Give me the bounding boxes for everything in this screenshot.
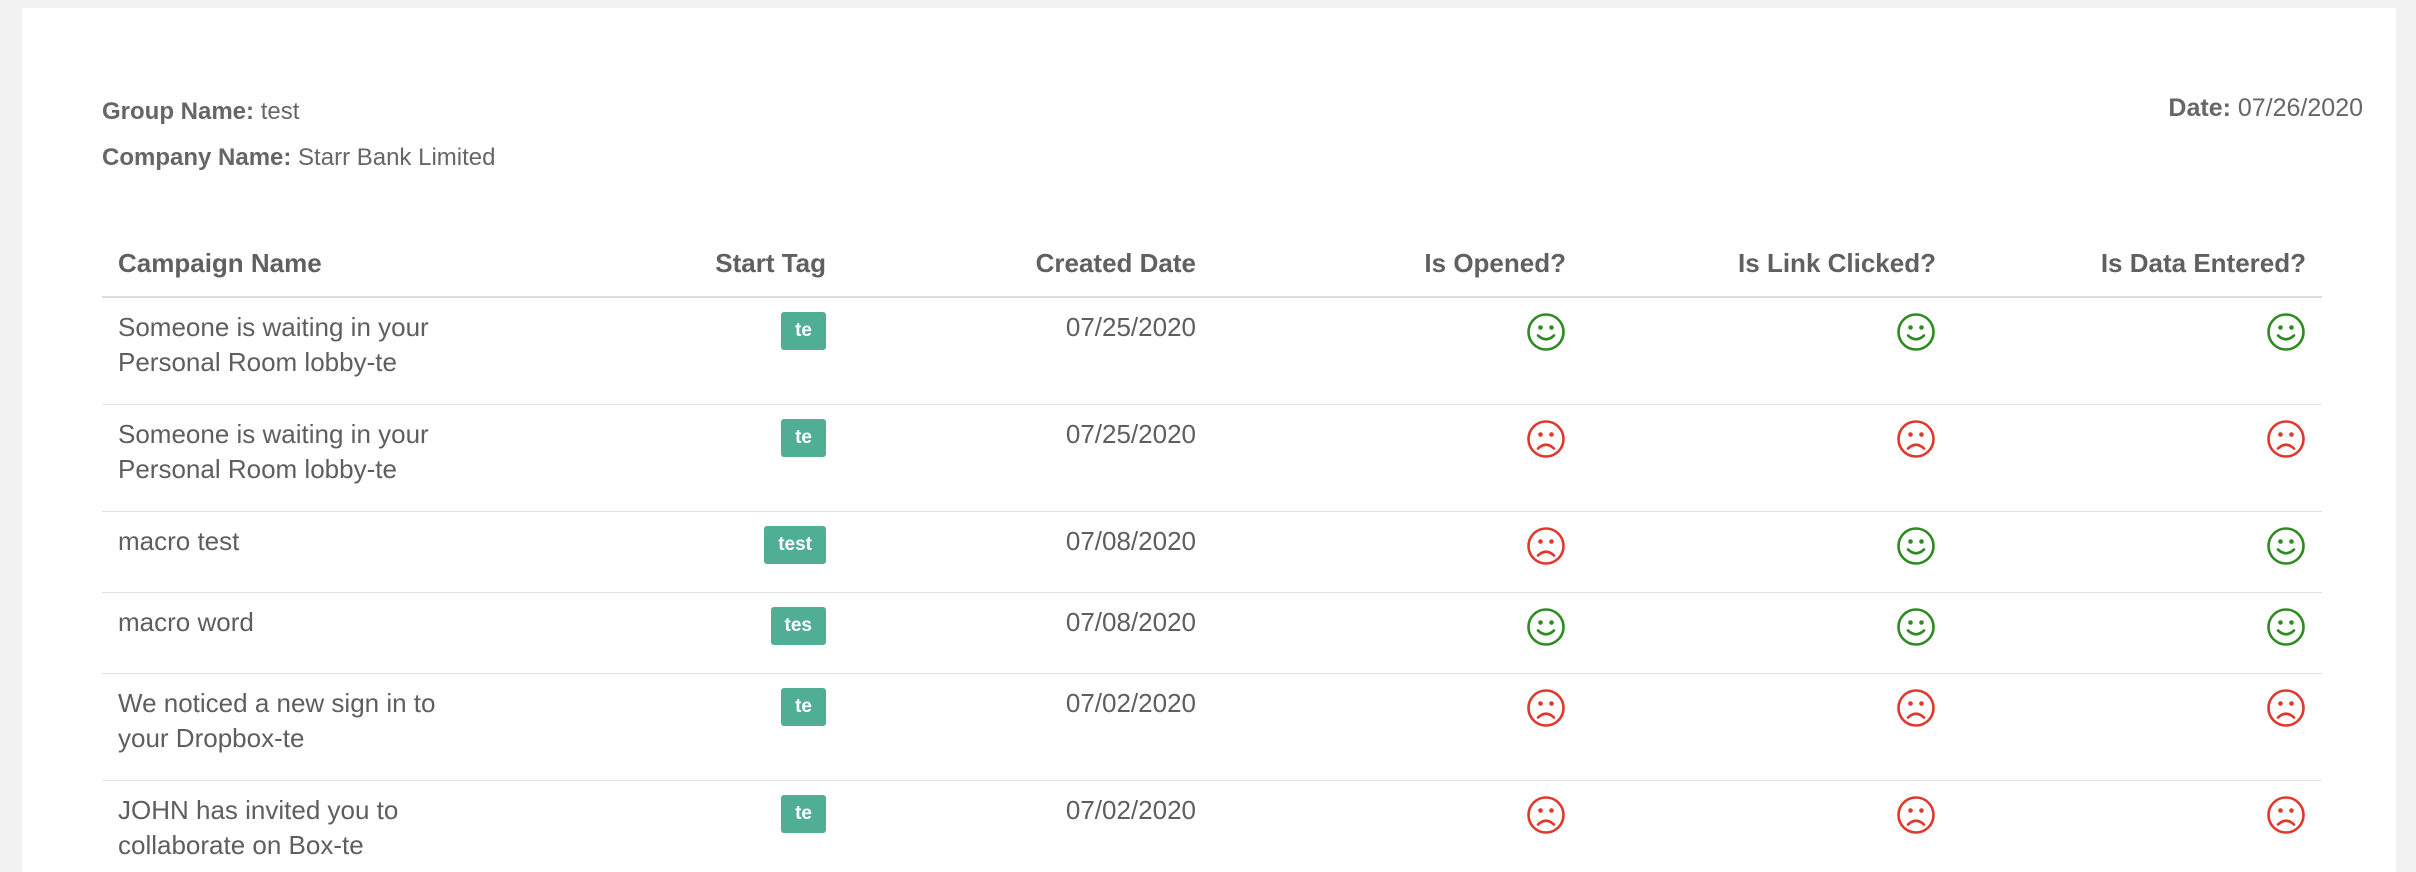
- start-tag-cell: te: [492, 297, 842, 405]
- is-data-entered-cell: [1952, 404, 2322, 512]
- frown-icon: [1896, 795, 1936, 835]
- campaign-table: Campaign Name Start Tag Created Date Is …: [102, 230, 2322, 872]
- group-name-line: Group Name: test: [102, 98, 299, 126]
- group-name-label: Group Name:: [102, 98, 255, 125]
- column-header-is-link-clicked[interactable]: Is Link Clicked?: [1582, 230, 1952, 298]
- is-link-clicked-cell: [1582, 592, 1952, 674]
- created-date: 07/25/2020: [842, 297, 1212, 405]
- table-row: JOHN has invited you to collaborate on B…: [102, 780, 2322, 872]
- start-tag-cell: test: [492, 511, 842, 593]
- start-tag-badge: te: [781, 688, 826, 726]
- company-name-label: Company Name:: [102, 144, 292, 171]
- created-date: 07/02/2020: [842, 673, 1212, 781]
- frown-icon: [2266, 419, 2306, 459]
- created-date: 07/08/2020: [842, 592, 1212, 674]
- smile-icon: [2266, 607, 2306, 647]
- start-tag-badge: te: [781, 312, 826, 350]
- campaign-name-cell: Someone is waiting in your Personal Room…: [102, 297, 492, 405]
- column-header-start-tag[interactable]: Start Tag: [492, 230, 842, 298]
- column-header-created-date[interactable]: Created Date: [842, 230, 1212, 298]
- is-link-clicked-cell: [1582, 511, 1952, 593]
- created-date: 07/02/2020: [842, 780, 1212, 872]
- table-row: We noticed a new sign in to your Dropbox…: [102, 673, 2322, 781]
- frown-icon: [1896, 688, 1936, 728]
- column-header-is-opened[interactable]: Is Opened?: [1212, 230, 1582, 298]
- is-link-clicked-cell: [1582, 673, 1952, 781]
- frown-icon: [2266, 688, 2306, 728]
- frown-icon: [1526, 526, 1566, 566]
- report-date-value: 07/26/2020: [2237, 94, 2363, 122]
- campaign-name-cell: We noticed a new sign in to your Dropbox…: [102, 673, 492, 781]
- smile-icon: [2266, 526, 2306, 566]
- report-card: Group Name: test Company Name: Starr Ban…: [22, 8, 2396, 872]
- smile-icon: [1896, 312, 1936, 352]
- is-opened-cell: [1212, 673, 1582, 781]
- is-opened-cell: [1212, 297, 1582, 405]
- campaign-name-cell: Someone is waiting in your Personal Room…: [102, 404, 492, 512]
- smile-icon: [1526, 607, 1566, 647]
- is-data-entered-cell: [1952, 592, 2322, 674]
- start-tag-badge: te: [781, 795, 826, 833]
- is-link-clicked-cell: [1582, 404, 1952, 512]
- is-link-clicked-cell: [1582, 297, 1952, 405]
- created-date: 07/08/2020: [842, 511, 1212, 593]
- created-date: 07/25/2020: [842, 404, 1212, 512]
- report-date-label: Date:: [2168, 94, 2231, 122]
- group-name-value: test: [260, 98, 300, 125]
- campaign-name: Someone is waiting in your Personal Room…: [118, 419, 429, 484]
- column-header-is-data-entered[interactable]: Is Data Entered?: [1952, 230, 2322, 298]
- campaign-name-cell: macro word: [102, 592, 492, 674]
- frown-icon: [1896, 419, 1936, 459]
- campaign-name: JOHN has invited you to collaborate on B…: [118, 795, 399, 860]
- table-row: macro word tes 07/08/2020: [102, 592, 2322, 674]
- company-name-value: Starr Bank Limited: [298, 144, 496, 171]
- campaign-name: Someone is waiting in your Personal Room…: [118, 312, 429, 377]
- report-date-line: Date: 07/26/2020: [2168, 94, 2363, 123]
- is-data-entered-cell: [1952, 673, 2322, 781]
- frown-icon: [2266, 795, 2306, 835]
- column-header-campaign-name[interactable]: Campaign Name: [102, 230, 492, 298]
- frown-icon: [1526, 419, 1566, 459]
- start-tag-cell: te: [492, 673, 842, 781]
- table-header-row: Campaign Name Start Tag Created Date Is …: [102, 230, 2322, 298]
- is-opened-cell: [1212, 592, 1582, 674]
- smile-icon: [1526, 312, 1566, 352]
- campaign-name: macro test: [118, 526, 240, 556]
- campaign-name-cell: JOHN has invited you to collaborate on B…: [102, 780, 492, 872]
- table-row: Someone is waiting in your Personal Room…: [102, 404, 2322, 512]
- is-link-clicked-cell: [1582, 780, 1952, 872]
- is-opened-cell: [1212, 511, 1582, 593]
- start-tag-badge: te: [781, 419, 826, 457]
- start-tag-cell: te: [492, 780, 842, 872]
- company-name-line: Company Name: Starr Bank Limited: [102, 144, 495, 172]
- is-data-entered-cell: [1952, 297, 2322, 405]
- is-opened-cell: [1212, 404, 1582, 512]
- start-tag-cell: tes: [492, 592, 842, 674]
- is-opened-cell: [1212, 780, 1582, 872]
- is-data-entered-cell: [1952, 511, 2322, 593]
- campaign-name: We noticed a new sign in to your Dropbox…: [118, 688, 436, 753]
- start-tag-badge: tes: [770, 607, 826, 645]
- campaign-name-cell: macro test: [102, 511, 492, 593]
- table-row: Someone is waiting in your Personal Room…: [102, 297, 2322, 405]
- start-tag-badge: test: [764, 526, 826, 564]
- is-data-entered-cell: [1952, 780, 2322, 872]
- frown-icon: [1526, 795, 1566, 835]
- frown-icon: [1526, 688, 1566, 728]
- smile-icon: [1896, 526, 1936, 566]
- table-row: macro test test 07/08/2020: [102, 511, 2322, 593]
- campaign-name: macro word: [118, 607, 254, 637]
- start-tag-cell: te: [492, 404, 842, 512]
- smile-icon: [1896, 607, 1936, 647]
- smile-icon: [2266, 312, 2306, 352]
